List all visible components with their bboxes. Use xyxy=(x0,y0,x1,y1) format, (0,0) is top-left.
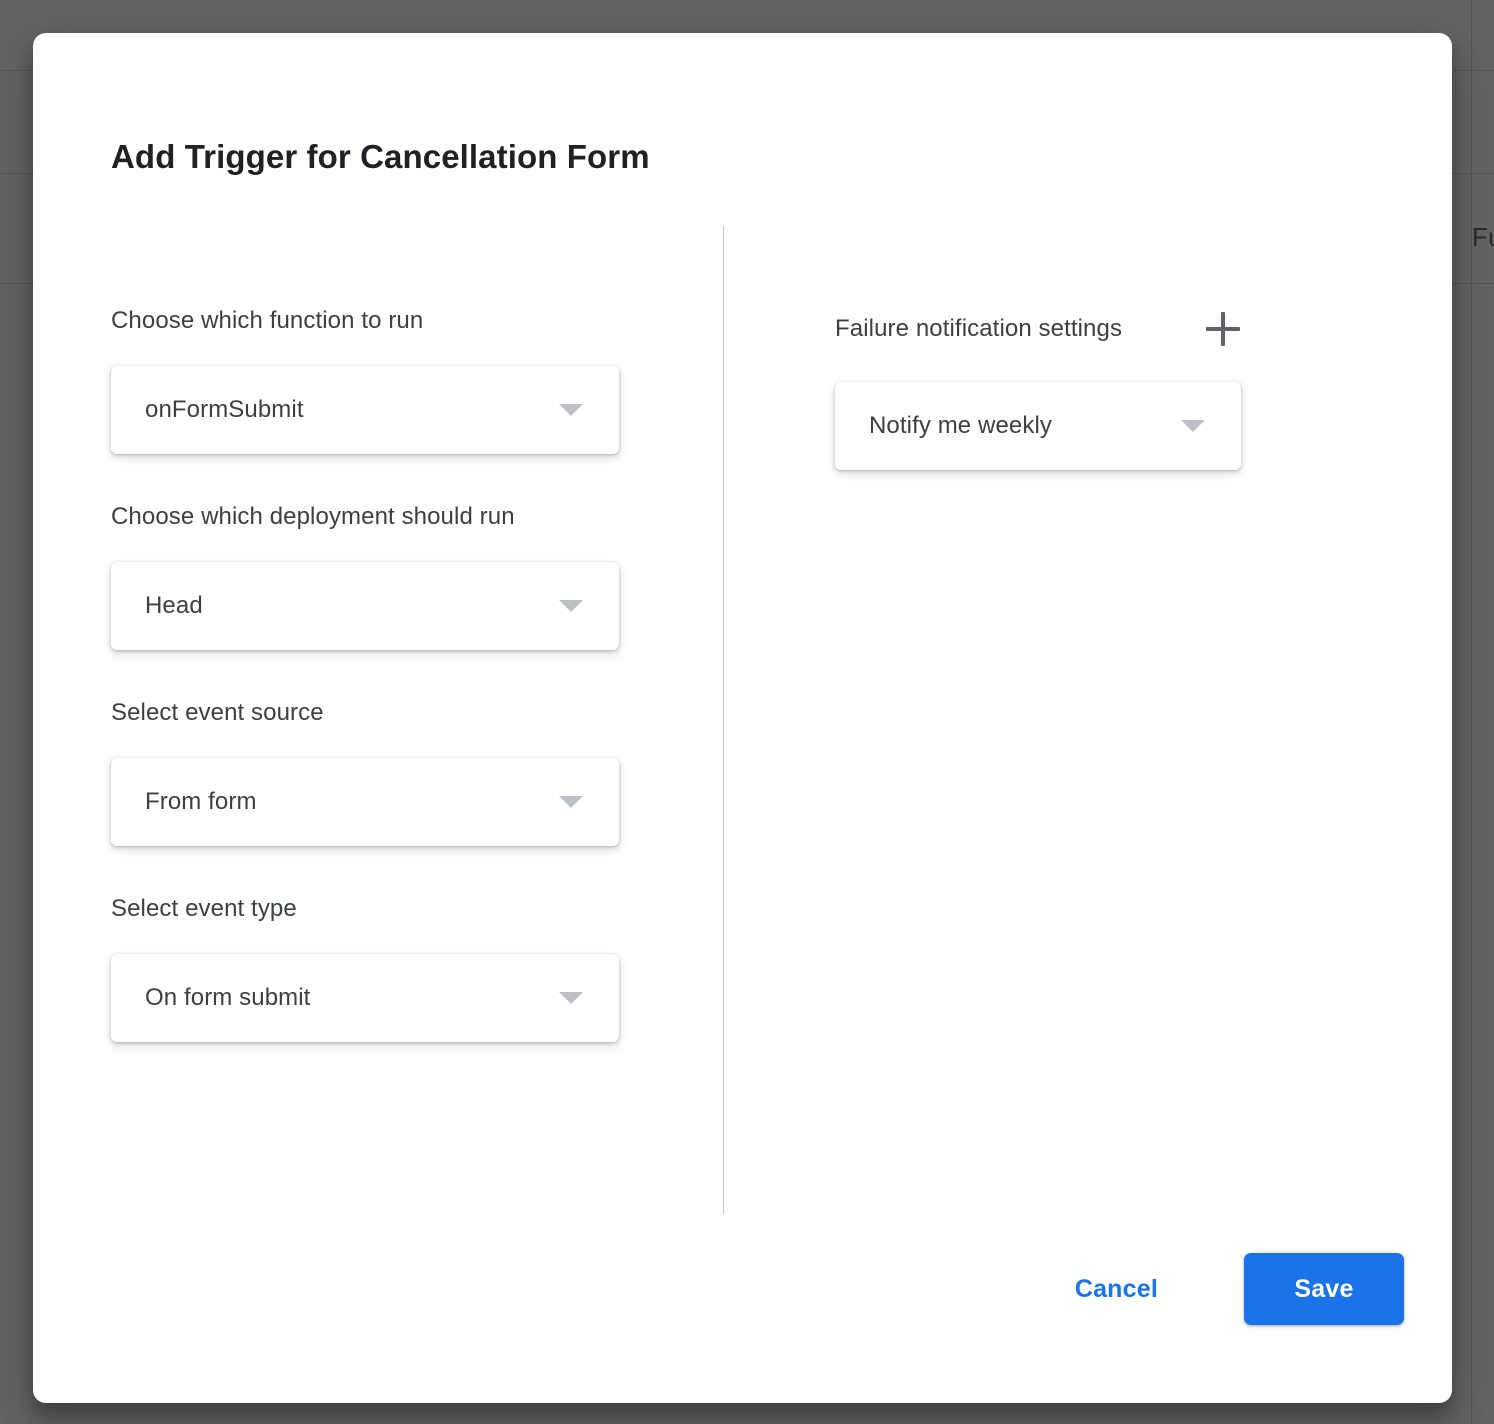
failure-notification-header: Failure notification settings xyxy=(835,306,1375,352)
left-column: Choose which function to run onFormSubmi… xyxy=(111,33,671,1090)
field-label-event-source: Select event source xyxy=(111,699,324,726)
cancel-button[interactable]: Cancel xyxy=(1051,1259,1182,1320)
function-select[interactable]: onFormSubmit xyxy=(111,366,619,454)
chevron-down-icon xyxy=(559,600,583,612)
column-divider xyxy=(723,226,724,1214)
right-column: Failure notification settings Notify me … xyxy=(835,33,1375,470)
deployment-select[interactable]: Head xyxy=(111,562,619,650)
event-type-select[interactable]: On form submit xyxy=(111,954,619,1042)
background-table-header: Fu xyxy=(1472,222,1494,252)
field-label-event-type: Select event type xyxy=(111,895,297,922)
field-deployment: Choose which deployment should run Head xyxy=(111,502,671,650)
chevron-down-icon xyxy=(559,796,583,808)
event-source-select[interactable]: From form xyxy=(111,758,619,846)
chevron-down-icon xyxy=(1181,420,1205,432)
field-label-function: Choose which function to run xyxy=(111,307,424,334)
save-button[interactable]: Save xyxy=(1244,1253,1404,1325)
field-event-type: Select event type On form submit xyxy=(111,894,671,1042)
field-function: Choose which function to run onFormSubmi… xyxy=(111,306,671,454)
deployment-select-value: Head xyxy=(145,592,203,619)
event-source-select-value: From form xyxy=(145,788,257,815)
event-type-select-value: On form submit xyxy=(145,984,311,1011)
field-event-source: Select event source From form xyxy=(111,698,671,846)
plus-icon[interactable] xyxy=(1200,306,1246,352)
field-label-deployment: Choose which deployment should run xyxy=(111,503,515,530)
function-select-value: onFormSubmit xyxy=(145,396,304,423)
chevron-down-icon xyxy=(559,992,583,1004)
failure-notification-label: Failure notification settings xyxy=(835,315,1123,342)
dialog-actions: Cancel Save xyxy=(1051,1253,1404,1325)
notification-frequency-value: Notify me weekly xyxy=(869,412,1052,439)
background-column-divider xyxy=(1471,0,1472,1424)
chevron-down-icon xyxy=(559,404,583,416)
notification-frequency-select[interactable]: Notify me weekly xyxy=(835,382,1241,470)
add-trigger-dialog: Add Trigger for Cancellation Form Choose… xyxy=(33,33,1452,1403)
